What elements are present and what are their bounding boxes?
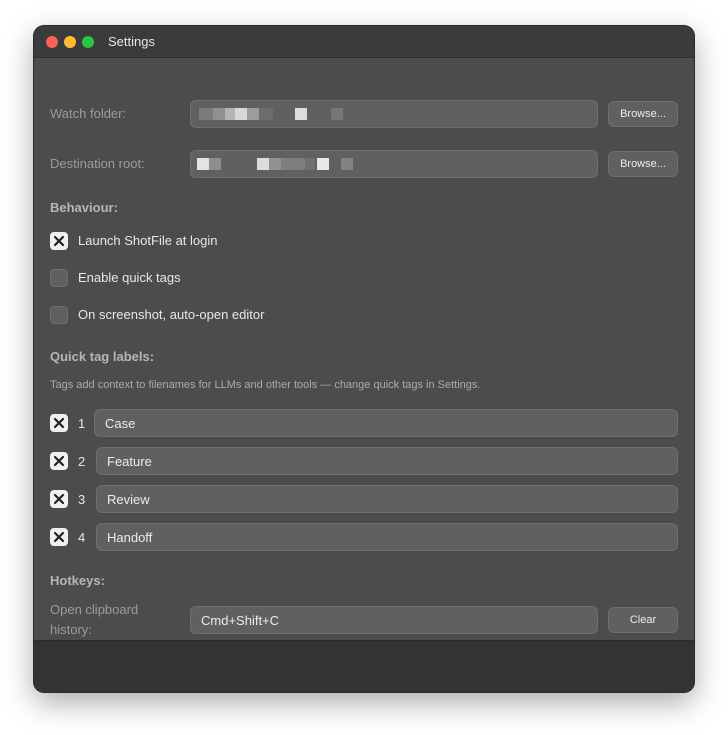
launch-at-login-label: Launch ShotFile at login bbox=[78, 233, 218, 248]
hotkeys-heading: Hotkeys: bbox=[50, 573, 105, 588]
window-title: Settings bbox=[108, 34, 155, 49]
behaviour-heading: Behaviour: bbox=[50, 200, 118, 215]
settings-content: Watch folder: Browse... Destination root… bbox=[34, 58, 694, 640]
quick-tags-note: Tags add context to filenames for LLMs a… bbox=[50, 379, 481, 391]
launch-at-login-checkbox[interactable] bbox=[50, 232, 68, 250]
clipboard-history-hotkey-field[interactable]: Cmd+Shift+C bbox=[190, 606, 598, 634]
tag-1-input[interactable]: Case bbox=[94, 409, 678, 437]
destination-root-label: Destination root: bbox=[50, 156, 145, 171]
tag-2-input[interactable]: Feature bbox=[96, 447, 678, 475]
enable-quick-tags-label: Enable quick tags bbox=[78, 270, 181, 285]
checkmark-icon bbox=[53, 235, 65, 247]
window-footer bbox=[34, 640, 694, 692]
tag-3-number: 3 bbox=[78, 492, 86, 507]
redacted-path bbox=[191, 101, 597, 127]
zoom-window-button[interactable] bbox=[82, 36, 94, 48]
clipboard-history-label-line1: Open clipboard bbox=[50, 602, 139, 617]
quick-tags-heading: Quick tag labels: bbox=[50, 349, 155, 364]
tag-4-input[interactable]: Handoff bbox=[96, 523, 678, 551]
tag-2-checkbox[interactable] bbox=[50, 452, 68, 470]
tag-4-checkbox[interactable] bbox=[50, 528, 68, 546]
enable-quick-tags-checkbox[interactable] bbox=[50, 269, 68, 287]
minimize-window-button[interactable] bbox=[64, 36, 76, 48]
destination-root-browse-button[interactable]: Browse... bbox=[608, 151, 678, 177]
tag-2-number: 2 bbox=[78, 454, 86, 469]
redacted-path bbox=[191, 151, 597, 177]
destination-root-field[interactable] bbox=[190, 150, 598, 178]
watch-folder-label: Watch folder: bbox=[50, 106, 127, 121]
title-bar: Settings bbox=[34, 26, 694, 58]
tag-3-checkbox[interactable] bbox=[50, 490, 68, 508]
watch-folder-browse-button[interactable]: Browse... bbox=[608, 101, 678, 127]
clipboard-history-label-line2: history: bbox=[50, 622, 92, 637]
tag-4-number: 4 bbox=[78, 530, 86, 545]
watch-folder-field[interactable] bbox=[190, 100, 598, 128]
auto-open-editor-label: On screenshot, auto-open editor bbox=[78, 307, 265, 322]
tag-1-checkbox[interactable] bbox=[50, 414, 68, 432]
tag-1-number: 1 bbox=[78, 416, 86, 431]
clear-hotkey-button[interactable]: Clear bbox=[608, 607, 678, 633]
auto-open-editor-checkbox[interactable] bbox=[50, 306, 68, 324]
checkmark-icon bbox=[53, 455, 65, 467]
tag-3-input[interactable]: Review bbox=[96, 485, 678, 513]
settings-window: Settings Watch folder: Browse... Destina… bbox=[34, 26, 694, 692]
checkmark-icon bbox=[53, 417, 65, 429]
checkmark-icon bbox=[53, 531, 65, 543]
close-window-button[interactable] bbox=[46, 36, 58, 48]
checkmark-icon bbox=[53, 493, 65, 505]
